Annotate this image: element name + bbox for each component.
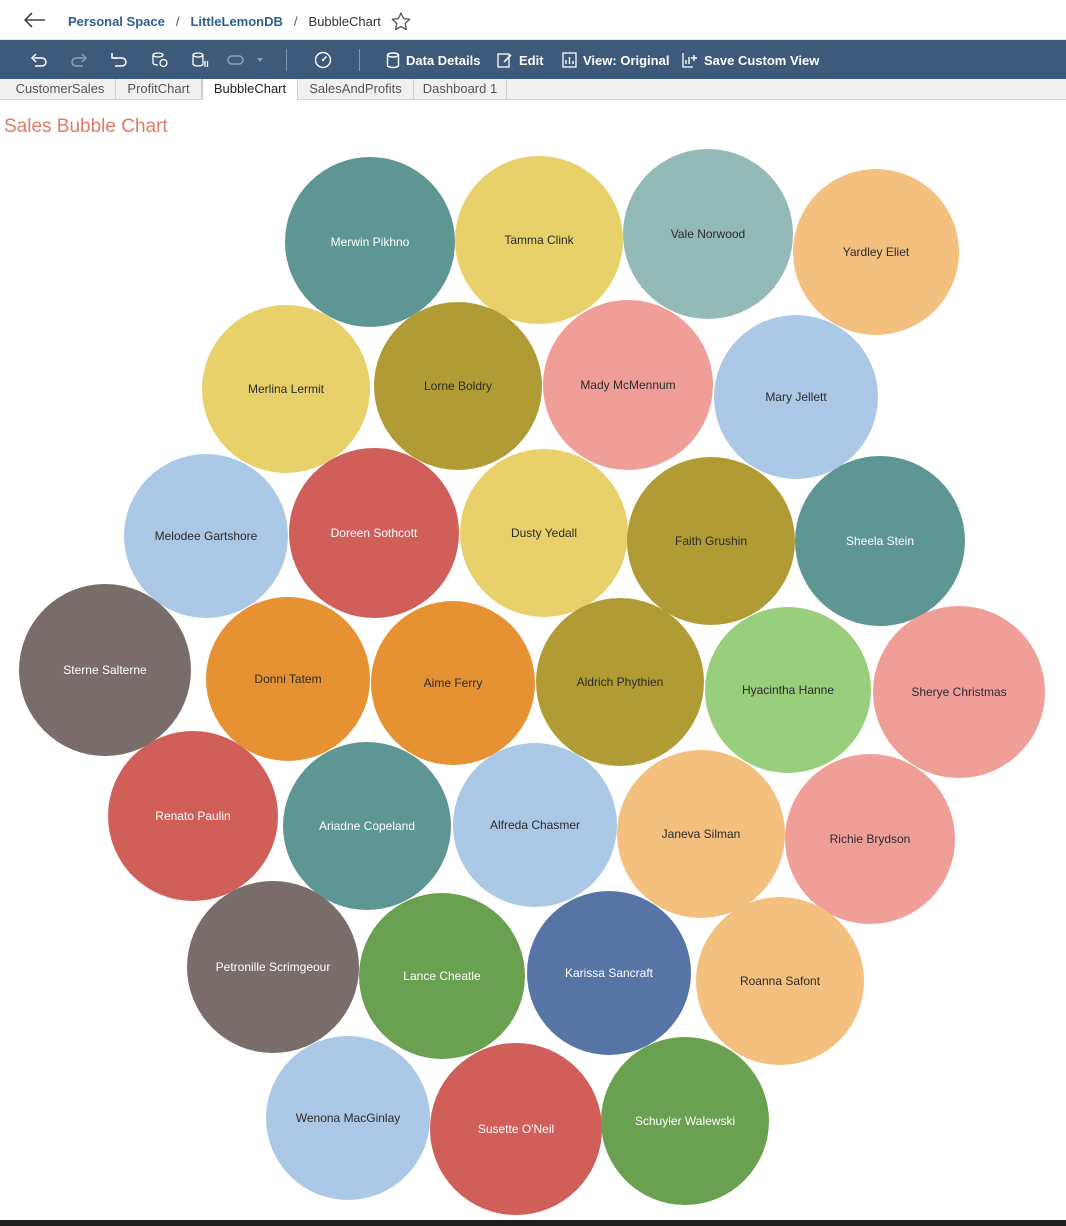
bubble-label-susette-o-neil: Susette O'Neil bbox=[478, 1122, 554, 1136]
bottom-strip bbox=[0, 1220, 1066, 1226]
bubble-label-dusty-yedall: Dusty Yedall bbox=[511, 526, 577, 540]
bubble-label-lance-cheatle: Lance Cheatle bbox=[403, 969, 481, 983]
tab-salesandprofits[interactable]: SalesAndProfits bbox=[298, 79, 414, 99]
bubble-label-aime-ferry: Aime Ferry bbox=[424, 676, 483, 690]
toolbar-divider bbox=[359, 49, 360, 71]
tab-bubblechart[interactable]: BubbleChart bbox=[202, 79, 298, 100]
bubble-label-merlina-lermit: Merlina Lermit bbox=[248, 382, 325, 396]
bubble-label-lorne-boldry: Lorne Boldry bbox=[424, 379, 492, 393]
database-icon bbox=[386, 51, 400, 68]
bubble-label-melodee-gartshore: Melodee Gartshore bbox=[155, 529, 258, 543]
save-custom-view-label: Save Custom View bbox=[704, 52, 820, 68]
bubble-label-aldrich-phythien: Aldrich Phythien bbox=[577, 675, 664, 689]
bubble-label-karissa-sancraft: Karissa Sancraft bbox=[565, 966, 654, 980]
bubble-label-roanna-safont: Roanna Safont bbox=[740, 974, 821, 988]
tab-dashboard-1[interactable]: Dashboard 1 bbox=[414, 79, 507, 99]
bubble-label-mary-jellett: Mary Jellett bbox=[765, 390, 827, 404]
bubble-label-schuyler-walewski: Schuyler Walewski bbox=[635, 1114, 735, 1128]
bubble-label-hyacintha-hanne: Hyacintha Hanne bbox=[742, 683, 834, 697]
bubble-label-tamma-clink: Tamma Clink bbox=[504, 233, 574, 247]
data-details-button[interactable]: Data Details bbox=[386, 50, 480, 70]
toolbar-divider bbox=[286, 49, 287, 71]
pause-updates-icon[interactable] bbox=[190, 50, 210, 70]
undo-icon[interactable] bbox=[29, 50, 49, 70]
bubble-label-mady-mcmennum: Mady McMennum bbox=[580, 378, 675, 392]
tab-customersales[interactable]: CustomerSales bbox=[5, 79, 116, 99]
bubble-label-sherye-christmas: Sherye Christmas bbox=[911, 685, 1006, 699]
tab-profitchart[interactable]: ProfitChart bbox=[116, 79, 202, 99]
bubble-label-sheela-stein: Sheela Stein bbox=[846, 534, 914, 548]
view-icon bbox=[562, 52, 577, 68]
bubble-label-renato-paulin: Renato Paulin bbox=[155, 809, 230, 823]
redo-icon[interactable] bbox=[69, 50, 89, 70]
edit-label: Edit bbox=[519, 52, 544, 68]
save-custom-view-button[interactable]: Save Custom View bbox=[682, 50, 819, 70]
bubble-label-vale-norwood: Vale Norwood bbox=[671, 227, 745, 241]
top-bar: Personal Space / LittleLemonDB / BubbleC… bbox=[0, 0, 1066, 40]
toolbar: Data Details Edit View: Original Save Cu… bbox=[0, 40, 1066, 79]
breadcrumb-separator: / bbox=[293, 14, 298, 29]
bubble-label-donni-tatem: Donni Tatem bbox=[254, 672, 321, 686]
revert-icon[interactable] bbox=[109, 50, 129, 70]
bubble-label-petronille-scrimgeour: Petronille Scrimgeour bbox=[216, 960, 331, 974]
performance-gauge-icon[interactable] bbox=[313, 50, 333, 70]
sheet-tabs: CustomerSales ProfitChart BubbleChart Sa… bbox=[0, 79, 1066, 100]
bubble-label-janeva-silman: Janeva Silman bbox=[662, 827, 741, 841]
breadcrumb-personal-space[interactable]: Personal Space bbox=[68, 14, 165, 29]
bubble-label-richie-brydson: Richie Brydson bbox=[830, 832, 911, 846]
breadcrumb: Personal Space / LittleLemonDB / BubbleC… bbox=[68, 12, 411, 31]
breadcrumb-current: BubbleChart bbox=[308, 14, 381, 29]
back-arrow-icon[interactable] bbox=[22, 9, 48, 31]
bubble-label-yardley-eliet: Yardley Eliet bbox=[843, 245, 910, 259]
bubble-chart: Merwin Pikhno Tamma Clink Vale Norwood Yard… bbox=[19, 149, 1045, 1215]
bubble-label-ariadne-copeland: Ariadne Copeland bbox=[319, 819, 415, 833]
edit-button[interactable]: Edit bbox=[497, 50, 544, 70]
data-details-label: Data Details bbox=[406, 52, 481, 68]
view-original-label: View: Original bbox=[583, 52, 670, 68]
refresh-data-icon[interactable] bbox=[150, 50, 170, 70]
breadcrumb-littlelemondb[interactable]: LittleLemonDB bbox=[190, 14, 282, 29]
edit-icon bbox=[497, 53, 512, 68]
replay-animation-icon[interactable] bbox=[225, 50, 265, 70]
bubble-label-sterne-salterne: Sterne Salterne bbox=[63, 663, 147, 677]
save-view-icon bbox=[682, 53, 697, 68]
breadcrumb-separator: / bbox=[175, 14, 180, 29]
bubble-label-wenona-macginlay: Wenona MacGinlay bbox=[296, 1111, 401, 1125]
bubble-label-merwin-pikhno: Merwin Pikhno bbox=[331, 235, 410, 249]
favorite-star-icon[interactable] bbox=[391, 12, 411, 31]
view-original-button[interactable]: View: Original bbox=[562, 50, 669, 70]
bubble-label-alfreda-chasmer: Alfreda Chasmer bbox=[490, 818, 580, 832]
bubble-label-faith-grushin: Faith Grushin bbox=[675, 534, 747, 548]
bubble-label-doreen-sothcott: Doreen Sothcott bbox=[331, 526, 418, 540]
